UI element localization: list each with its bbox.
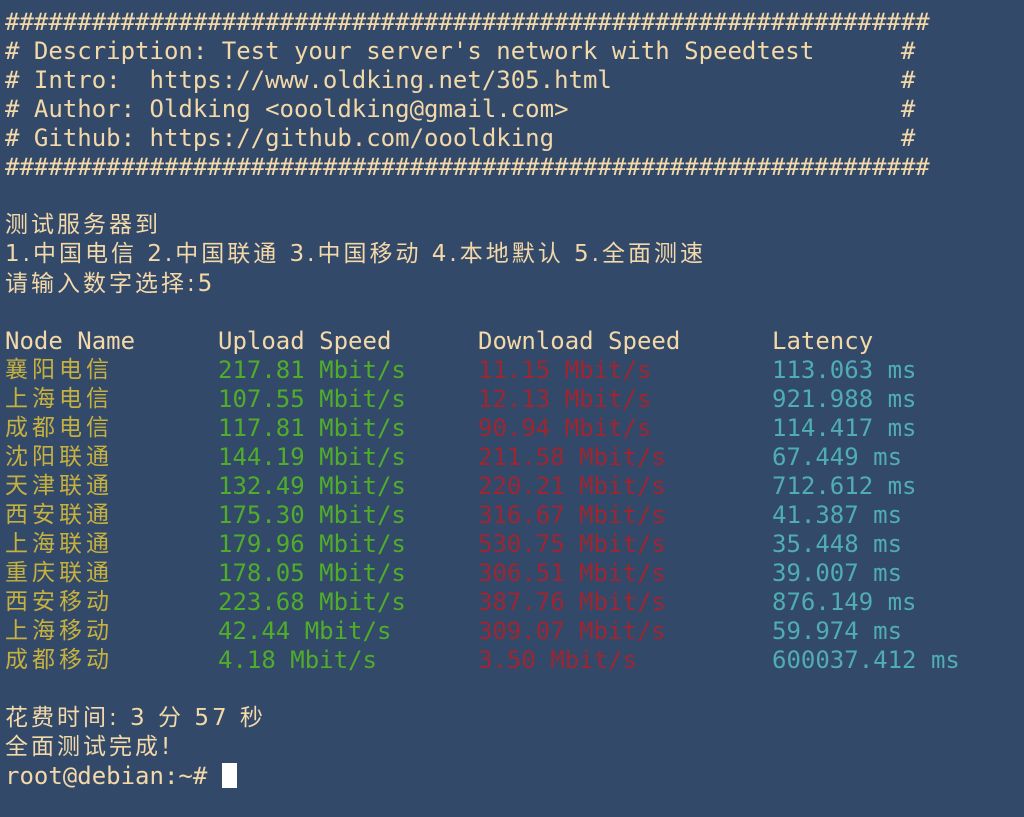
cell-download-speed: 316.67 Mbit/s — [478, 501, 666, 529]
shell-prompt: root@debian:~# — [5, 762, 222, 790]
summary-footer: 花费时间: 3 分 57 秒 全面测试完成! root@debian:~# — [5, 704, 1024, 791]
cell-node-name: 成都电信 — [5, 415, 113, 441]
header-latency: Latency — [772, 327, 874, 355]
cell-upload-speed: 217.81 Mbit/s — [218, 356, 406, 384]
cell-latency: 67.449 ms — [772, 443, 903, 471]
completion-message: 全面测试完成! — [5, 734, 174, 760]
cell-node-name: 襄阳电信 — [5, 357, 113, 383]
cell-node-name: 上海电信 — [5, 386, 113, 412]
spacer-after-table — [5, 675, 1024, 704]
cell-node-name: 西安移动 — [5, 589, 113, 615]
cell-download-speed: 387.76 Mbit/s — [478, 588, 666, 616]
cell-latency: 35.448 ms — [772, 530, 903, 558]
cell-upload-speed: 175.30 Mbit/s — [218, 501, 406, 529]
cell-download-speed: 306.51 Mbit/s — [478, 559, 666, 587]
cell-upload-speed: 4.18 Mbit/s — [218, 646, 377, 674]
terminal-window: ########################################… — [0, 0, 1024, 817]
cell-upload-speed: 144.19 Mbit/s — [218, 443, 406, 471]
cell-latency: 59.974 ms — [772, 617, 903, 645]
script-banner: ########################################… — [5, 8, 1024, 182]
cell-node-name: 重庆联通 — [5, 560, 113, 586]
cell-download-speed: 11.15 Mbit/s — [478, 356, 652, 384]
table-row: 西安联通 175.30 Mbit/s 316.67 Mbit/s 41.387 ms — [5, 501, 1024, 530]
cell-latency: 114.417 ms — [772, 414, 917, 442]
cell-latency: 712.612 ms — [772, 472, 917, 500]
text-cursor — [221, 763, 237, 788]
table-row: 上海移动 42.44 Mbit/s 309.07 Mbit/s 59.974 ms — [5, 617, 1024, 646]
cell-upload-speed: 179.96 Mbit/s — [218, 530, 406, 558]
cell-download-speed: 12.13 Mbit/s — [478, 385, 652, 413]
header-upload-speed: Upload Speed — [218, 327, 392, 355]
table-row: 沈阳联通 144.19 Mbit/s 211.58 Mbit/s 67.449 ms — [5, 443, 1024, 472]
banner-line-github: # Github: https://github.com/oooldking # — [5, 124, 916, 152]
server-menu: 测试服务器到 1.中国电信 2.中国联通 3.中国移动 4.本地默认 5.全面测… — [5, 211, 1024, 298]
menu-title: 测试服务器到 — [5, 212, 161, 238]
table-row: 天津联通 132.49 Mbit/s 220.21 Mbit/s 712.612 ms — [5, 472, 1024, 501]
banner-rule-top: ########################################… — [5, 8, 930, 36]
menu-input-row[interactable]: 请输入数字选择:5 — [5, 269, 1024, 298]
cell-node-name: 沈阳联通 — [5, 444, 113, 470]
banner-line-author: # Author: Oldking <oooldking@gmail.com> … — [5, 95, 916, 123]
cell-latency: 876.149 ms — [772, 588, 917, 616]
table-row: 成都电信 117.81 Mbit/s 90.94 Mbit/s 114.417 ms — [5, 414, 1024, 443]
cell-download-speed: 211.58 Mbit/s — [478, 443, 666, 471]
spacer-after-banner — [5, 182, 1024, 211]
cell-node-name: 天津联通 — [5, 473, 113, 499]
table-row: 上海电信 107.55 Mbit/s 12.13 Mbit/s 921.988 ms — [5, 385, 1024, 414]
table-row: 重庆联通 178.05 Mbit/s 306.51 Mbit/s 39.007 ms — [5, 559, 1024, 588]
table-row: 成都移动 4.18 Mbit/s 3.50 Mbit/s 600037.412 ms — [5, 646, 1024, 675]
header-download-speed: Download Speed — [478, 327, 681, 355]
cell-download-speed: 220.21 Mbit/s — [478, 472, 666, 500]
cell-latency: 39.007 ms — [772, 559, 903, 587]
spacer-after-menu — [5, 298, 1024, 327]
cell-download-speed: 530.75 Mbit/s — [478, 530, 666, 558]
cell-upload-speed: 117.81 Mbit/s — [218, 414, 406, 442]
header-node-name: Node Name — [5, 327, 136, 355]
shell-prompt-line[interactable]: root@debian:~# — [5, 762, 1024, 791]
cell-latency: 41.387 ms — [772, 501, 903, 529]
cell-upload-speed: 178.05 Mbit/s — [218, 559, 406, 587]
table-body: 襄阳电信 217.81 Mbit/s 11.15 Mbit/s 113.063 ms 上… — [5, 356, 1024, 675]
cell-download-speed: 3.50 Mbit/s — [478, 646, 637, 674]
banner-rule-bottom: ########################################… — [5, 153, 930, 181]
cell-node-name: 上海联通 — [5, 531, 113, 557]
results-table: Node Name Upload Speed Download Speed La… — [5, 327, 1024, 675]
cell-download-speed: 90.94 Mbit/s — [478, 414, 652, 442]
table-header-row: Node Name Upload Speed Download Speed La… — [5, 327, 1024, 356]
menu-input-value: 5 — [197, 269, 213, 297]
menu-options[interactable]: 1.中国电信 2.中国联通 3.中国移动 4.本地默认 5.全面测速 — [5, 240, 1024, 269]
cell-download-speed: 309.07 Mbit/s — [478, 617, 666, 645]
cell-upload-speed: 42.44 Mbit/s — [218, 617, 392, 645]
cell-upload-speed: 223.68 Mbit/s — [218, 588, 406, 616]
banner-line-intro: # Intro: https://www.oldking.net/305.htm… — [5, 66, 916, 94]
cell-node-name: 西安联通 — [5, 502, 113, 528]
menu-input-label: 请输入数字选择: — [5, 271, 198, 297]
table-row: 襄阳电信 217.81 Mbit/s 11.15 Mbit/s 113.063 ms — [5, 356, 1024, 385]
cell-latency: 600037.412 ms — [772, 646, 960, 674]
cell-latency: 113.063 ms — [772, 356, 917, 384]
cell-latency: 921.988 ms — [772, 385, 917, 413]
table-row: 西安移动 223.68 Mbit/s 387.76 Mbit/s 876.149 ms — [5, 588, 1024, 617]
terminal-screen: ########################################… — [0, 0, 1024, 791]
elapsed-time: 花费时间: 3 分 57 秒 — [5, 705, 266, 731]
cell-node-name: 上海移动 — [5, 618, 113, 644]
banner-line-description: # Description: Test your server's networ… — [5, 37, 916, 65]
cell-upload-speed: 107.55 Mbit/s — [218, 385, 406, 413]
table-row: 上海联通 179.96 Mbit/s 530.75 Mbit/s 35.448 ms — [5, 530, 1024, 559]
cell-upload-speed: 132.49 Mbit/s — [218, 472, 406, 500]
cell-node-name: 成都移动 — [5, 647, 113, 673]
